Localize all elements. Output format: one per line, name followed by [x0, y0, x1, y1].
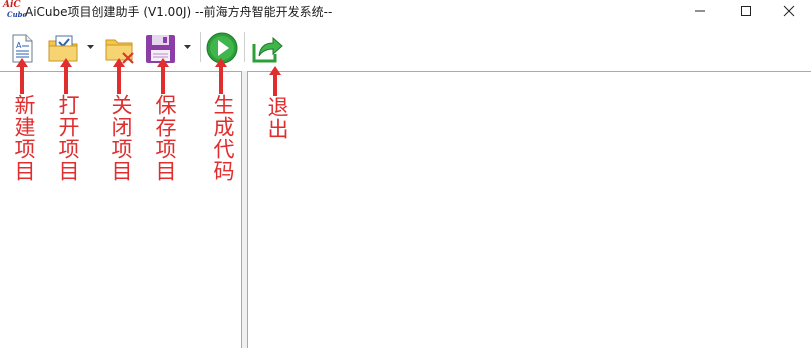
minimize-icon — [695, 10, 705, 12]
app-logo-line2: Cube — [7, 10, 28, 19]
maximize-icon — [741, 6, 751, 16]
maximize-button[interactable] — [723, 0, 769, 22]
annotation-label-save: 保存项目 — [153, 94, 177, 182]
toolbar-separator — [244, 32, 245, 62]
annotation-save: 保存项目 — [150, 58, 177, 182]
up-arrow-icon — [157, 58, 169, 94]
annotation-exit: 退出 — [262, 66, 289, 140]
annotation-label-exit: 退出 — [265, 96, 289, 140]
toolbar-separator — [200, 32, 201, 62]
close-icon — [783, 5, 795, 17]
up-arrow-icon — [215, 58, 227, 94]
annotation-label-close: 关闭项目 — [109, 94, 133, 182]
up-arrow-icon — [60, 58, 72, 94]
exit-button[interactable] — [250, 30, 284, 66]
window-title: AiCube项目创建助手 (V1.00J) --前海方舟智能开发系统-- — [25, 5, 333, 19]
app-logo: AiC Cube — [3, 0, 28, 20]
open-dropdown-chevron-down-icon[interactable] — [87, 45, 94, 50]
annotation-close: 关闭项目 — [106, 58, 133, 182]
minimize-button[interactable] — [677, 0, 723, 22]
app-logo-line1: AiC — [3, 0, 21, 10]
annotation-label-generate: 生成代码 — [211, 94, 235, 182]
up-arrow-icon — [269, 66, 281, 96]
annotation-new: 新建项目 — [9, 58, 36, 182]
content-panel[interactable] — [247, 71, 811, 348]
annotation-label-open: 打开项目 — [56, 94, 80, 182]
up-arrow-icon — [113, 58, 125, 94]
title-bar: AiC Cube AiCube项目创建助手 (V1.00J) --前海方舟智能开… — [0, 0, 811, 22]
annotation-generate: 生成代码 — [208, 58, 235, 182]
save-dropdown-chevron-down-icon[interactable] — [184, 45, 191, 50]
svg-text:A: A — [16, 41, 22, 50]
annotation-open: 打开项目 — [53, 58, 80, 182]
up-arrow-icon — [16, 58, 28, 94]
exit-arrow-icon — [252, 36, 283, 63]
annotation-label-new: 新建项目 — [12, 94, 36, 182]
close-window-button[interactable] — [766, 0, 811, 22]
